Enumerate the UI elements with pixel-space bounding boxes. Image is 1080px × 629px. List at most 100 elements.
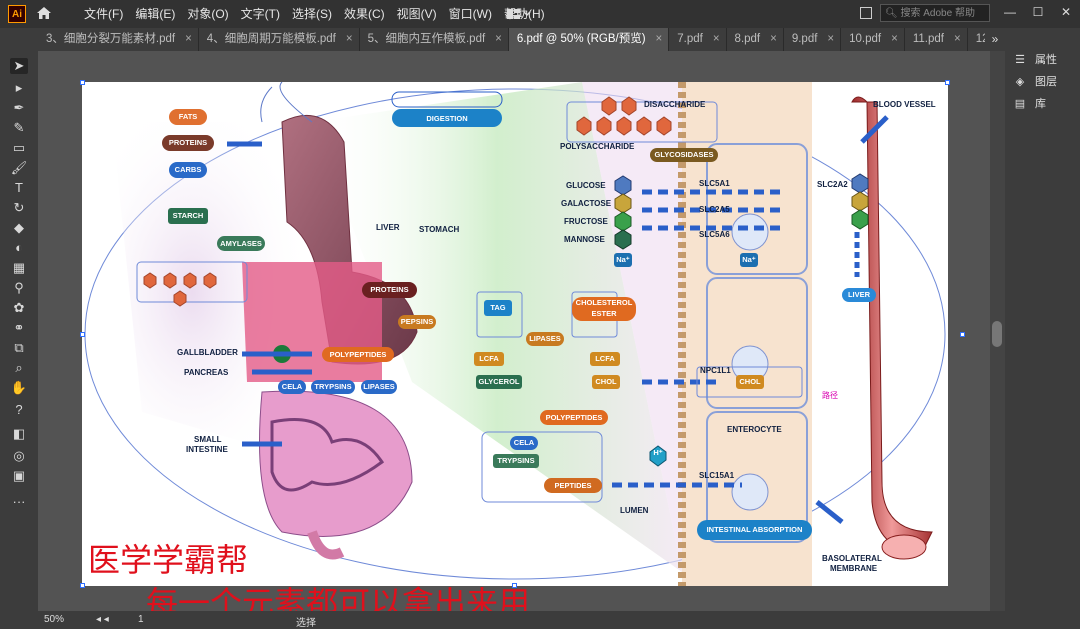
polypeptides-label[interactable]: POLYPEPTIDES: [322, 347, 394, 362]
menu-view[interactable]: 视图(V): [391, 0, 443, 28]
help-icon[interactable]: ?: [10, 402, 28, 418]
lcfa-right-label[interactable]: LCFA: [590, 352, 620, 366]
tab-close-icon[interactable]: ×: [954, 33, 961, 45]
chol-cell-label[interactable]: CHOL: [736, 375, 764, 389]
page-prev-button[interactable]: ◂ ◂: [96, 614, 109, 625]
menu-window[interactable]: 窗口(W): [443, 0, 498, 28]
tab-close-icon[interactable]: ×: [346, 33, 353, 45]
glycerol-label[interactable]: GLYCEROL: [476, 375, 522, 389]
digestion-banner[interactable]: DIGESTION: [392, 111, 502, 127]
properties-panel-button[interactable]: ☰ 属性: [1013, 51, 1057, 69]
trypsins-lumen-label[interactable]: TRYPSINS: [493, 454, 539, 468]
library-panel-button[interactable]: ▤ 库: [1013, 95, 1046, 113]
shape-builder-tool-icon[interactable]: ◐: [10, 240, 28, 256]
curvature-tool-icon[interactable]: ✎: [10, 120, 28, 136]
polypeptides-lumen-label[interactable]: POLYPEPTIDES: [540, 410, 608, 425]
tab-overflow-button[interactable]: »: [985, 28, 1005, 51]
selection-handle[interactable]: [945, 80, 950, 85]
document-tab[interactable]: 8.pdf ×: [727, 28, 784, 51]
artboard-tool-icon[interactable]: ⧉: [10, 340, 28, 356]
document-tab[interactable]: 5、细胞内互作模板.pdf ×: [360, 28, 509, 51]
document-tab[interactable]: 11.pdf ×: [905, 28, 968, 51]
pen-tool-icon[interactable]: ✒: [10, 100, 28, 116]
selection-tool-icon[interactable]: ➤: [10, 58, 28, 74]
liver-destination-label[interactable]: LIVER: [842, 288, 876, 302]
h-ion-label[interactable]: H⁺: [649, 446, 667, 460]
paintbrush-tool-icon[interactable]: 🖌︎: [10, 160, 28, 176]
selection-handle[interactable]: [80, 80, 85, 85]
document-tab[interactable]: 7.pdf ×: [669, 28, 727, 51]
menu-select[interactable]: 选择(S): [286, 0, 338, 28]
menu-effect[interactable]: 效果(C): [338, 0, 391, 28]
rotate-tool-icon[interactable]: ↻: [10, 200, 28, 216]
help-search-input[interactable]: 🔍︎ 搜索 Adobe 帮助: [880, 4, 990, 22]
home-icon[interactable]: [36, 5, 52, 21]
starch-label[interactable]: STARCH: [168, 208, 208, 224]
selection-handle[interactable]: [80, 583, 85, 588]
document-tab[interactable]: 9.pdf ×: [784, 28, 842, 51]
menu-edit[interactable]: 编辑(E): [129, 0, 181, 28]
cela-label[interactable]: CELA: [278, 380, 306, 394]
vertical-scrollbar[interactable]: [990, 51, 1005, 611]
selection-handle[interactable]: [80, 332, 85, 337]
lipases-short-label[interactable]: LIPASES: [361, 380, 397, 394]
zoom-level[interactable]: 50%: [44, 614, 64, 625]
document-tab[interactable]: 10.pdf ×: [841, 28, 905, 51]
screen-mode-icon[interactable]: ▣: [10, 468, 28, 484]
document-tab[interactable]: 3、细胞分裂万能素材.pdf ×: [38, 28, 199, 51]
intestinal-absorption-banner[interactable]: INTESTINAL ABSORPTION: [697, 523, 812, 537]
proteins-nutrient-label[interactable]: PROTEINS: [162, 135, 214, 151]
tab-close-icon[interactable]: ×: [891, 33, 898, 45]
glycosidases-label[interactable]: GLYCOSIDASES: [650, 148, 718, 162]
hand-tool-icon[interactable]: ✋: [10, 380, 28, 396]
more-tools-icon[interactable]: ···: [10, 494, 28, 510]
zoom-tool-icon[interactable]: ⌕: [10, 360, 28, 376]
chol-label[interactable]: CHOL: [592, 375, 620, 389]
fats-label[interactable]: FATS: [169, 109, 207, 125]
na-ion-label[interactable]: Na⁺: [614, 253, 632, 267]
selection-handle[interactable]: [960, 332, 965, 337]
na-ion-cell-label[interactable]: Na⁺: [740, 253, 758, 267]
fill-stroke-icon[interactable]: ◧: [10, 426, 28, 442]
trypsins-label[interactable]: TRYPSINS: [311, 380, 355, 394]
eraser-tool-icon[interactable]: ◆: [10, 220, 28, 236]
tab-close-icon[interactable]: ×: [713, 33, 720, 45]
menu-type[interactable]: 文字(T): [235, 0, 286, 28]
layers-panel-button[interactable]: ◈ 图层: [1013, 73, 1057, 91]
cela-lumen-label[interactable]: CELA: [510, 436, 538, 450]
cholesterol-ester-label[interactable]: CHOLESTEROL ESTER: [572, 297, 636, 321]
menu-object[interactable]: 对象(O): [181, 0, 234, 28]
arrange-documents-icon[interactable]: [860, 7, 872, 19]
tab-close-icon[interactable]: ×: [656, 33, 663, 45]
symbol-sprayer-tool-icon[interactable]: ✿: [10, 300, 28, 316]
tab-close-icon[interactable]: ×: [185, 33, 192, 45]
menu-file[interactable]: 文件(F): [78, 0, 129, 28]
tab-close-icon[interactable]: ×: [495, 33, 502, 45]
lcfa-label[interactable]: LCFA: [474, 352, 504, 366]
maximize-button[interactable]: ☐: [1024, 0, 1052, 28]
direct-selection-tool-icon[interactable]: ▸: [10, 80, 28, 96]
tag-label[interactable]: TAG: [484, 300, 512, 316]
document-tab[interactable]: 6.pdf @ 50% (RGB/预览) ×: [508, 28, 670, 51]
type-tool-icon[interactable]: T: [10, 180, 28, 196]
lipases-label[interactable]: LIPASES: [526, 332, 564, 346]
scroll-thumb[interactable]: [992, 321, 1002, 347]
tab-close-icon[interactable]: ×: [827, 33, 834, 45]
carbs-label[interactable]: CARBS: [169, 162, 207, 178]
document-tab[interactable]: 4、细胞周期万能模板.pdf ×: [199, 28, 360, 51]
gradient-tool-icon[interactable]: ▦: [10, 260, 28, 276]
proteins-label[interactable]: PROTEINS: [362, 282, 417, 298]
drawing-mode-icon[interactable]: ◎: [10, 448, 28, 464]
rectangle-tool-icon[interactable]: ▭: [10, 140, 28, 156]
peptides-label[interactable]: PEPTIDES: [544, 478, 602, 493]
blend-tool-icon[interactable]: ⚭: [10, 320, 28, 336]
amylases-label[interactable]: AMYLASES: [217, 236, 265, 251]
minimize-button[interactable]: —: [996, 0, 1024, 28]
workspace-switcher-icon[interactable]: [506, 6, 532, 22]
eyedropper-tool-icon[interactable]: ⚲: [10, 280, 28, 296]
close-window-button[interactable]: ✕: [1052, 0, 1080, 28]
tab-close-icon[interactable]: ×: [770, 33, 777, 45]
pepsins-label[interactable]: PEPSINS: [398, 315, 436, 329]
artboard-number[interactable]: 1: [138, 614, 144, 625]
artboard[interactable]: FATS PROTEINS CARBS DIGESTION STARCH AMY…: [82, 82, 948, 586]
